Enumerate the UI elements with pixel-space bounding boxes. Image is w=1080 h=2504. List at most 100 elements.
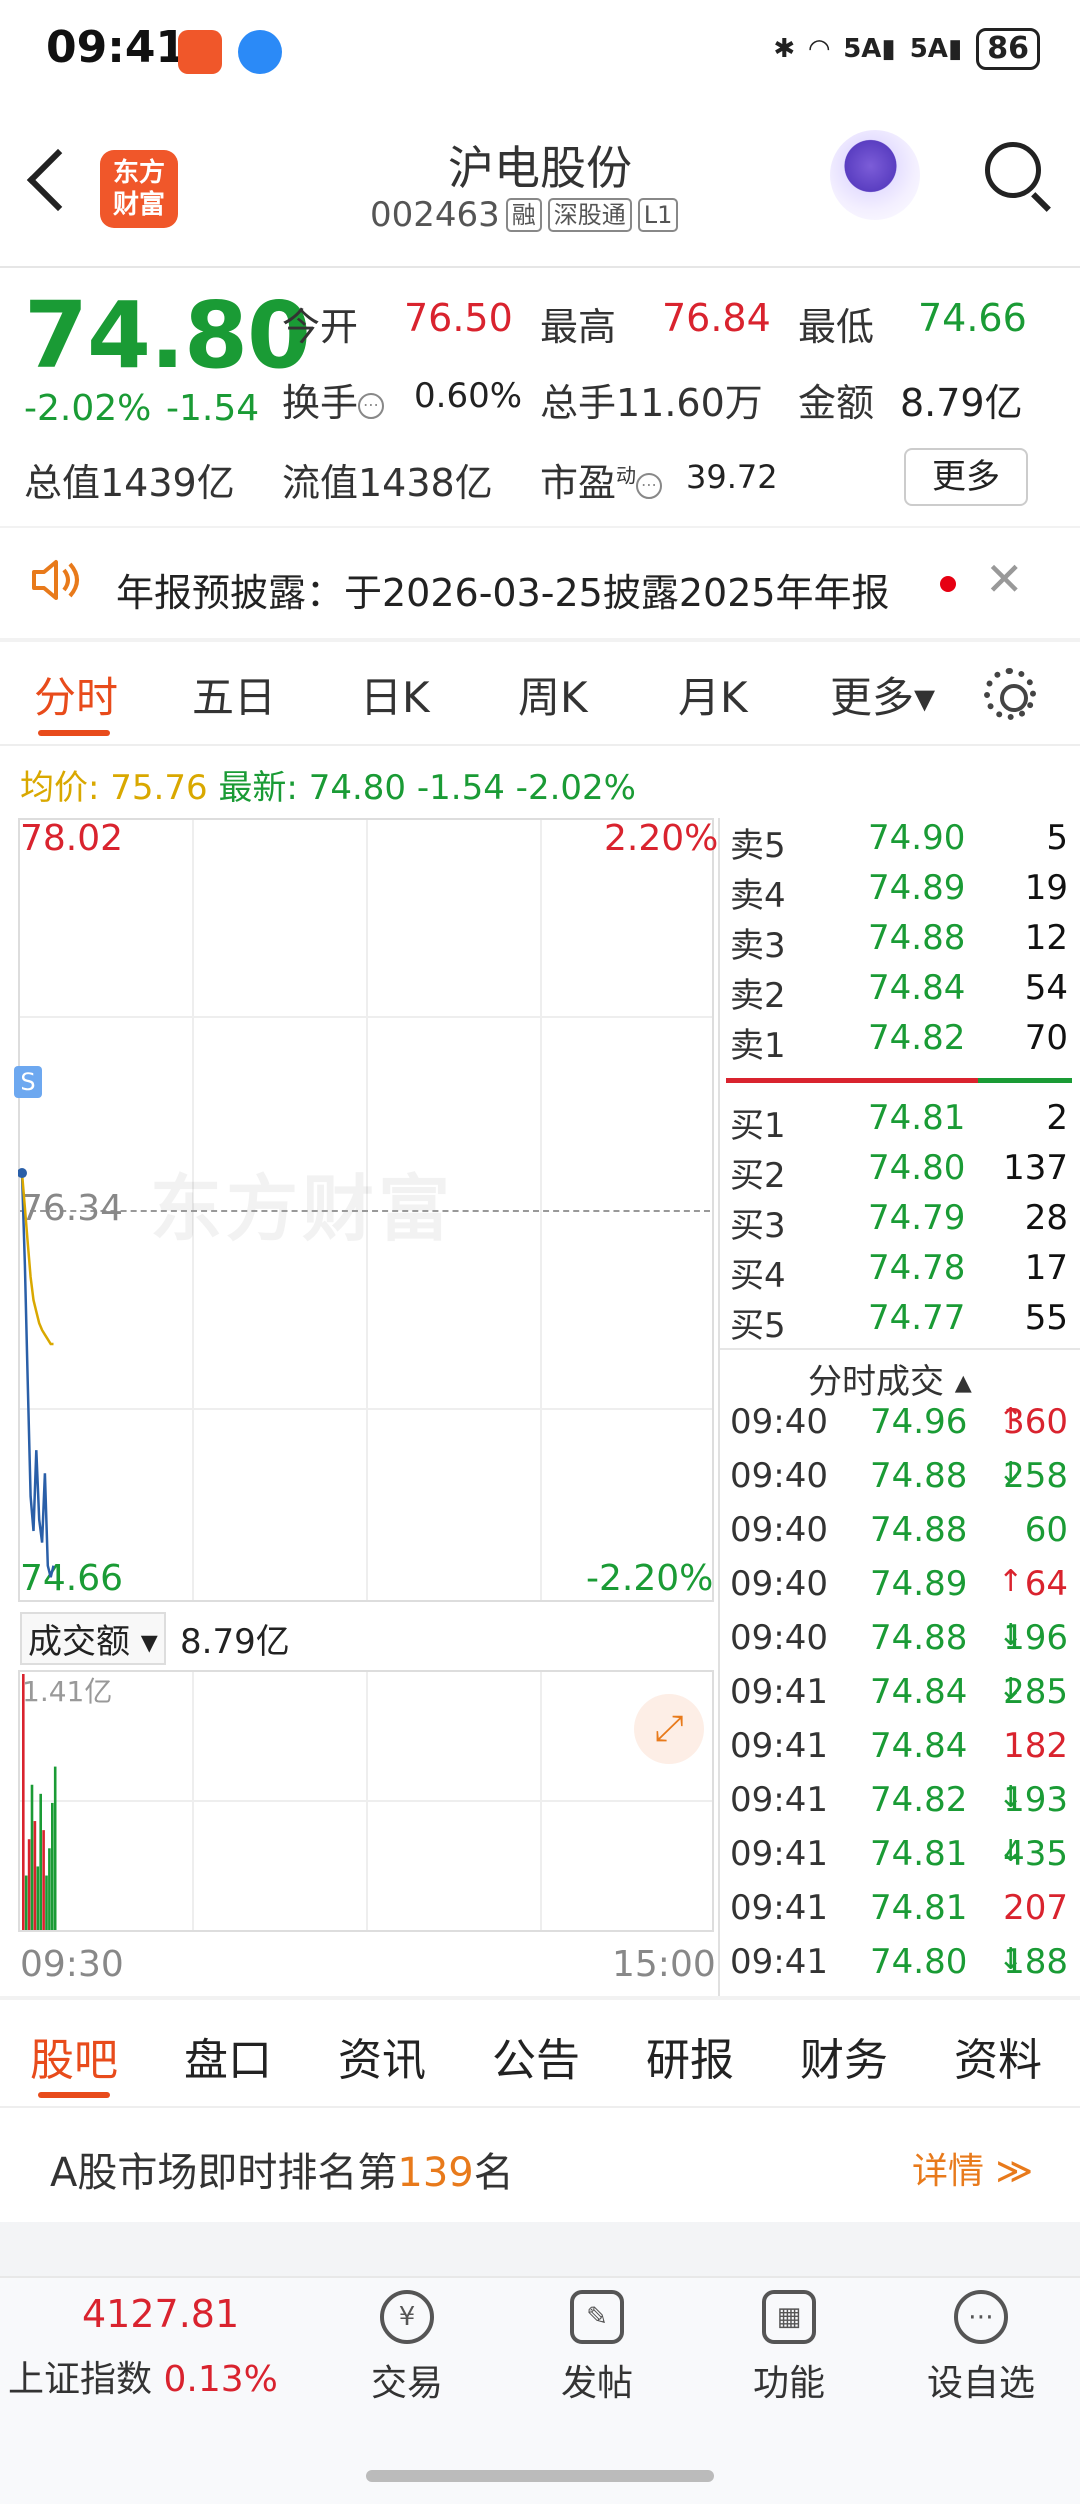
ask-row-1: 卖1 74.82 70 bbox=[730, 1018, 1068, 1066]
search-icon[interactable] bbox=[985, 142, 1041, 198]
app-notification-icon bbox=[178, 30, 222, 74]
tick-volume: 285 bbox=[1003, 1672, 1068, 1712]
open-value: 76.50 bbox=[404, 296, 513, 340]
tick-volume: 360 bbox=[1003, 1402, 1068, 1442]
nav-post[interactable]: ✎ 发帖 bbox=[522, 2290, 672, 2406]
signal-icon-1: 5A▮ bbox=[843, 34, 896, 64]
tick-time: 09:40 bbox=[730, 1456, 828, 1496]
turnover-label[interactable]: 换手 ⋯ bbox=[282, 372, 385, 427]
tick-price: 74.84 bbox=[870, 1672, 968, 1712]
divider bbox=[720, 1348, 1080, 1350]
tick-row: 09:41 74.84 182 bbox=[730, 1726, 1070, 1780]
volume-bar bbox=[30, 1784, 34, 1930]
index-value[interactable]: 4127.81 bbox=[82, 2292, 239, 2336]
pe-label[interactable]: 市盈动 ⋯ bbox=[540, 452, 663, 507]
info-icon: ⋯ bbox=[358, 392, 385, 419]
nav-add-watchlist[interactable]: ⋯ 设自选 bbox=[906, 2290, 1056, 2406]
notice-text[interactable]: 年报预披露：于2026-03-25披露2025年年报 bbox=[116, 562, 890, 617]
status-icons: ✱ ◠ 5A▮ 5A▮ 86 bbox=[773, 28, 1040, 70]
volume-bar bbox=[27, 1839, 31, 1930]
divider bbox=[0, 744, 1080, 746]
tab-forum[interactable]: 股吧 bbox=[30, 2024, 118, 2088]
price-chart-svg bbox=[18, 1168, 55, 1578]
ask-row-4: 卖4 74.89 19 bbox=[730, 868, 1068, 916]
volume-bar bbox=[33, 1821, 37, 1930]
open-label: 今开 bbox=[282, 305, 359, 349]
avg-label: 均价: bbox=[20, 768, 100, 808]
tab-more[interactable]: 更多▾ bbox=[830, 664, 935, 725]
message-notification-icon bbox=[238, 30, 282, 74]
tick-volume: 207 bbox=[1003, 1888, 1068, 1928]
tick-row: 09:41 74.81 207 bbox=[730, 1888, 1070, 1942]
stock-code-row: 002463 融 深股通 L1 bbox=[370, 195, 679, 235]
nav-trade[interactable]: ¥ 交易 bbox=[332, 2290, 482, 2406]
tick-price: 74.88 bbox=[870, 1456, 968, 1496]
tab-monthly-k[interactable]: 月K bbox=[678, 664, 748, 725]
tick-price: 74.88 bbox=[870, 1618, 968, 1658]
tag-connect: 深股通 bbox=[547, 198, 632, 232]
latest-change: -1.54 bbox=[416, 768, 505, 808]
ranking-number: 139 bbox=[397, 2150, 474, 2196]
status-time: 09:41 bbox=[46, 22, 187, 73]
tick-time: 09:41 bbox=[730, 1888, 828, 1928]
tick-price: 74.89 bbox=[870, 1564, 968, 1604]
high-value: 76.84 bbox=[662, 296, 771, 340]
latest-label: 最新: bbox=[218, 768, 298, 808]
speaker-icon bbox=[32, 560, 79, 600]
tick-price: 74.88 bbox=[870, 1510, 968, 1550]
volume-type-selector[interactable]: 成交额 ▾ bbox=[20, 1612, 166, 1665]
bid-row-3: 买3 74.79 28 bbox=[730, 1198, 1068, 1246]
tick-time: 09:41 bbox=[730, 1834, 828, 1874]
currency-icon: ¥ bbox=[380, 2290, 434, 2344]
bid-row-2: 买2 74.80 137 bbox=[730, 1148, 1068, 1196]
tab-profile[interactable]: 资料 bbox=[954, 2024, 1042, 2088]
tick-arrow: ↑ bbox=[998, 1564, 1024, 1599]
tick-row: 09:41 74.81 ↓ 435 bbox=[730, 1834, 1070, 1888]
tab-five-day[interactable]: 五日 bbox=[192, 664, 276, 725]
tick-volume: 182 bbox=[1003, 1726, 1068, 1766]
tick-time: 09:41 bbox=[730, 1942, 828, 1982]
volume-bar bbox=[42, 1830, 45, 1930]
tab-underline bbox=[38, 730, 110, 736]
bid-row-5: 买5 74.77 55 bbox=[730, 1298, 1068, 1346]
index-change: 0.13% bbox=[163, 2359, 278, 2400]
tick-volume: 193 bbox=[1003, 1780, 1068, 1820]
tab-intraday[interactable]: 分时 bbox=[34, 664, 118, 725]
volume-max-label: 1.41亿 bbox=[22, 1675, 113, 1708]
nav-functions[interactable]: ▦ 功能 bbox=[714, 2290, 864, 2406]
tab-announcements[interactable]: 公告 bbox=[492, 2024, 580, 2088]
close-icon[interactable]: ✕ bbox=[985, 552, 1024, 606]
tab-daily-k[interactable]: 日K bbox=[360, 664, 430, 725]
tab-market-depth[interactable]: 盘口 bbox=[184, 2024, 272, 2088]
tick-time: 09:40 bbox=[730, 1510, 828, 1550]
divider bbox=[0, 638, 1080, 642]
current-price: 74.80 bbox=[24, 282, 311, 389]
latest-change-pct: -2.02% bbox=[515, 768, 636, 808]
tab-research[interactable]: 研报 bbox=[646, 2024, 734, 2088]
expand-icon[interactable]: ⤢ bbox=[634, 1694, 704, 1764]
tab-finance[interactable]: 财务 bbox=[800, 2024, 888, 2088]
tab-weekly-k[interactable]: 周K bbox=[518, 664, 588, 725]
more-dots-icon: ⋯ bbox=[954, 2290, 1008, 2344]
ticks-title[interactable]: 分时成交 ▴ bbox=[808, 1354, 972, 1403]
bluetooth-icon: ✱ bbox=[773, 34, 796, 64]
assistant-avatar[interactable] bbox=[830, 130, 920, 220]
tab-news[interactable]: 资讯 bbox=[338, 2024, 426, 2088]
index-name-row[interactable]: 上证指数 0.13% bbox=[8, 2350, 278, 2402]
home-indicator[interactable] bbox=[366, 2470, 714, 2482]
details-link[interactable]: 详情 ≫ bbox=[912, 2142, 1033, 2194]
tick-volume: 435 bbox=[1003, 1834, 1068, 1874]
more-button[interactable]: 更多 bbox=[904, 448, 1028, 506]
total-market-value: 总值1439亿 bbox=[24, 461, 235, 505]
avg-value: 75.76 bbox=[110, 768, 208, 808]
divider bbox=[0, 266, 1080, 268]
gear-icon[interactable] bbox=[984, 668, 1036, 720]
tag-level: L1 bbox=[637, 198, 679, 232]
tick-volume: 188 bbox=[1003, 1942, 1068, 1982]
unread-dot bbox=[940, 576, 956, 592]
bid-strength-bar bbox=[978, 1078, 1072, 1083]
tick-time: 09:40 bbox=[730, 1564, 828, 1604]
tick-time: 09:41 bbox=[730, 1672, 828, 1712]
divider bbox=[718, 818, 720, 1998]
low-value: 74.66 bbox=[918, 296, 1027, 340]
